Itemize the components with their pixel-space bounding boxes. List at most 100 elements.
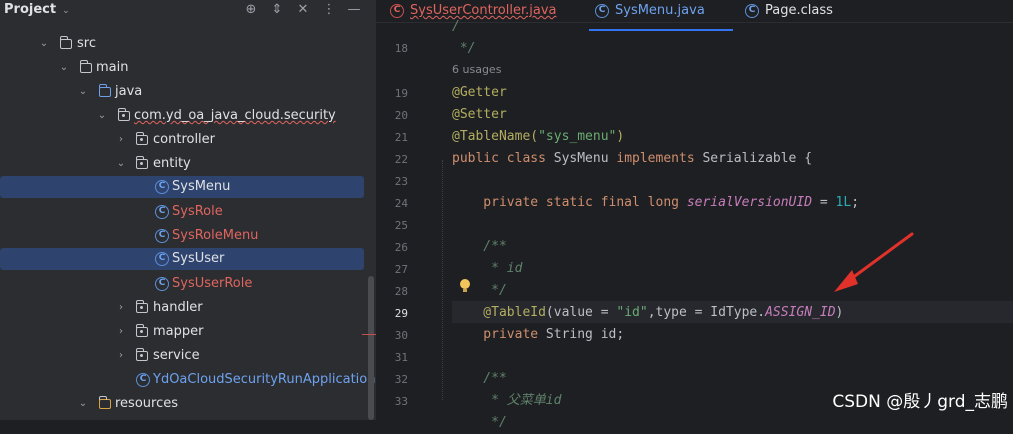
locate-icon[interactable]: ⊕ [242,1,260,19]
line-number: 23 [394,175,408,188]
chevron-down-icon[interactable]: ⌄ [77,393,89,415]
code-line[interactable]: @TableName("sys_menu") [452,126,624,148]
tree-item-src[interactable]: ⌄ src [0,33,364,55]
code-line[interactable]: @Getter [452,82,507,104]
tree-item-entity[interactable]: ⌄ entity [0,153,364,175]
line-number: 28 [394,285,408,298]
code-line[interactable]: / [452,16,460,38]
chevron-down-icon: ⌄ [62,6,70,16]
usages-hint[interactable]: 6 usages [452,63,501,76]
chevron-down-icon[interactable]: ⌄ [96,105,108,127]
tree-item-run-application[interactable]: C YdOaCloudSecurityRunApplication [0,369,375,391]
line-number: 32 [394,373,408,386]
tree-item-label: entity [153,156,191,171]
tab-label: SysMenu.java [615,3,705,18]
project-panel-header: Project ⌄ ⊕ ⇕ ✕ ⋮ — [0,0,376,22]
project-panel: Project ⌄ ⊕ ⇕ ✕ ⋮ — ⌄ src ⌄ main ⌄ java ⌄… [0,0,376,420]
tree-item-label: mapper [153,324,204,339]
class-icon: C [155,277,169,291]
code-line[interactable]: private String id; [452,324,624,346]
class-icon: C [155,205,169,219]
tree-item-controller[interactable]: › controller [0,129,364,151]
code-line[interactable]: private static final long serialVersionU… [452,192,859,214]
tree-item-label: handler [153,300,203,315]
tab-label: Page.class [765,3,833,18]
code-line[interactable]: * id [452,258,522,280]
project-scrollbar[interactable] [368,276,374,420]
chevron-right-icon[interactable]: › [115,297,127,319]
change-marker [362,334,376,335]
chevron-down-icon[interactable]: ⌄ [115,153,127,175]
package-icon [135,300,148,313]
tree-item-label: SysMenu [172,179,231,194]
collapse-all-icon[interactable]: ✕ [294,1,312,19]
line-number: 33 [394,395,408,408]
class-icon: C [155,229,169,243]
line-number: 21 [394,131,408,144]
tree-item-label: SysRole [172,204,223,219]
lightbulb-icon[interactable] [460,279,470,292]
line-number: 30 [394,329,408,342]
package-icon [135,156,148,169]
tree-item-mapper[interactable]: › mapper [0,321,364,343]
code-line[interactable]: */ [452,412,507,434]
class-icon: C [155,252,169,266]
line-number: 25 [394,219,408,232]
chevron-right-icon[interactable]: › [115,345,127,367]
chevron-right-icon[interactable]: › [115,129,127,151]
resources-folder-icon [98,396,111,409]
line-number: 27 [394,263,408,276]
folder-icon [79,60,92,73]
tree-item-label: main [96,60,129,75]
annotation-arrow-icon [834,232,914,292]
chevron-down-icon[interactable]: ⌄ [58,57,70,79]
tree-item-sysuserrole[interactable]: C SysUserRole [0,273,364,295]
line-number: 24 [394,197,408,210]
class-icon: C [136,373,150,387]
project-title: Project [4,2,57,17]
class-icon: C [155,180,169,194]
watermark: CSDN @殷丿grd_志鹏 [832,392,1008,412]
options-icon[interactable]: ⋮ [320,1,338,19]
tree-item-label: YdOaCloudSecurityRunApplication [153,372,376,387]
tree-item-java[interactable]: ⌄ java [0,81,364,103]
tree-item-label: java [115,84,143,99]
code-line[interactable]: public class SysMenu implements Serializ… [452,148,812,170]
tree-item-resources[interactable]: ⌄ resources [0,393,364,415]
hide-icon[interactable]: — [345,1,363,19]
code-line[interactable]: @Setter [452,104,507,126]
chevron-down-icon[interactable]: ⌄ [38,33,50,55]
indent-guide [442,160,444,400]
chevron-down-icon[interactable]: ⌄ [77,81,89,103]
code-line[interactable]: /** [452,236,507,258]
tree-item-service[interactable]: › service [0,345,364,367]
tree-item-sysrolemenu[interactable]: C SysRoleMenu [0,225,364,247]
project-view-selector[interactable]: Project ⌄ [4,2,70,17]
editor-area: C SysUserController.java C SysMenu.java … [376,0,1013,430]
package-icon [135,324,148,337]
code-line[interactable]: */ [452,38,476,60]
line-number: 18 [394,42,408,55]
package-icon [135,132,148,145]
package-icon [117,108,130,121]
class-icon: C [390,4,404,18]
tree-item-sysrole[interactable]: C SysRole [0,201,364,223]
tree-item-handler[interactable]: › handler [0,297,364,319]
code-line[interactable]: @TableId(value = "id",type = IdType.ASSI… [452,302,843,324]
tree-item-label: src [77,36,96,51]
tree-item-sysmenu[interactable]: C SysMenu [0,176,364,198]
class-icon: C [745,4,759,18]
chevron-right-icon[interactable]: › [115,321,127,343]
code-line[interactable]: /** [452,368,507,390]
package-icon [135,348,148,361]
expand-all-icon[interactable]: ⇕ [268,1,286,19]
line-number: 20 [394,109,408,122]
editor-tabs: C SysUserController.java C SysMenu.java … [376,0,1013,31]
tree-item-main[interactable]: ⌄ main [0,57,364,79]
tree-item-label: resources [115,396,179,411]
code-line[interactable]: * 父菜单id [452,390,561,412]
tree-item-sysuser[interactable]: C SysUser [0,248,364,270]
folder-icon [59,36,72,49]
tree-item-package-security[interactable]: ⌄ com.yd_oa_java_cloud.security [0,105,364,127]
tree-item-label: controller [153,132,216,147]
